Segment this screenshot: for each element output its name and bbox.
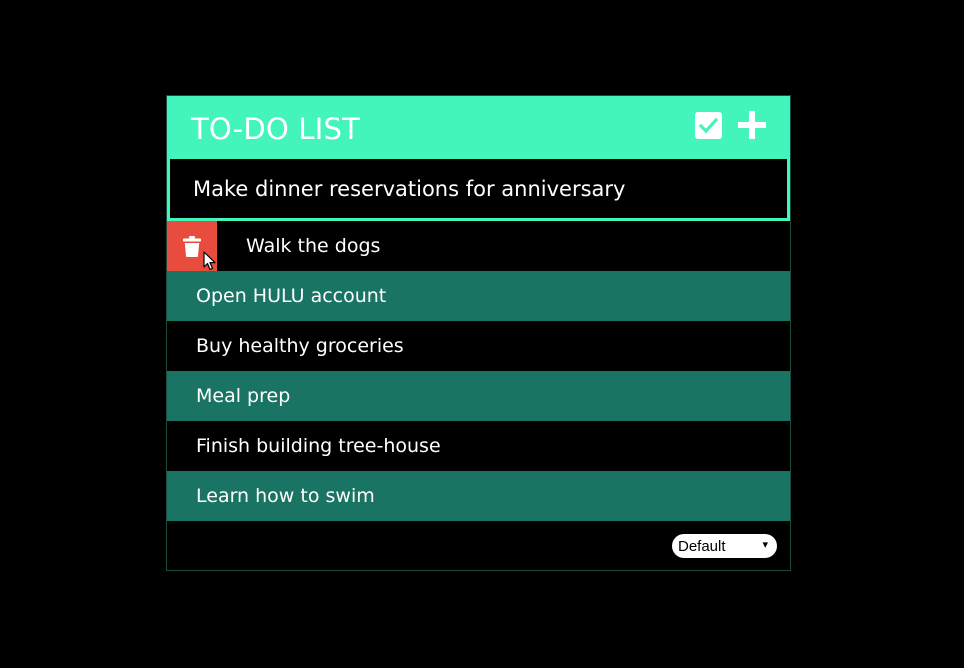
- list-item[interactable]: Finish building tree-house: [167, 421, 790, 471]
- new-task-input[interactable]: [193, 176, 753, 201]
- list-item[interactable]: Meal prep: [167, 371, 790, 421]
- checkbox-icon: [694, 111, 722, 139]
- header-actions: [694, 111, 766, 139]
- add-task-button[interactable]: [738, 111, 766, 139]
- plus-icon: [738, 111, 766, 139]
- task-label: Open HULU account: [196, 285, 387, 307]
- todo-header: TO-DO LIST: [167, 96, 790, 159]
- new-task-field-wrapper: [167, 159, 790, 221]
- list-item[interactable]: Buy healthy groceries: [167, 321, 790, 371]
- sort-select[interactable]: Default ▾: [672, 534, 777, 558]
- task-label: Learn how to swim: [196, 485, 375, 507]
- todo-footer: Default ▾: [167, 521, 790, 571]
- list-item[interactable]: Learn how to swim: [167, 471, 790, 521]
- dropdown-arrow-icon: ▾: [762, 539, 768, 551]
- task-list: Walk the dogs Open HULU account Buy heal…: [167, 221, 790, 521]
- list-item[interactable]: Open HULU account: [167, 271, 790, 321]
- complete-all-button[interactable]: [694, 111, 722, 139]
- page-title: TO-DO LIST: [191, 111, 361, 146]
- task-label: Walk the dogs: [246, 235, 381, 257]
- trash-icon: [183, 235, 201, 257]
- task-label: Finish building tree-house: [196, 435, 441, 457]
- task-label: Meal prep: [196, 385, 291, 407]
- todo-panel: TO-DO LIST Make dinner reservations for …: [166, 95, 791, 571]
- delete-task-button[interactable]: [167, 221, 217, 271]
- list-item[interactable]: Walk the dogs: [167, 221, 790, 271]
- task-label: Buy healthy groceries: [196, 335, 404, 357]
- sort-selected-value: Default: [678, 537, 726, 555]
